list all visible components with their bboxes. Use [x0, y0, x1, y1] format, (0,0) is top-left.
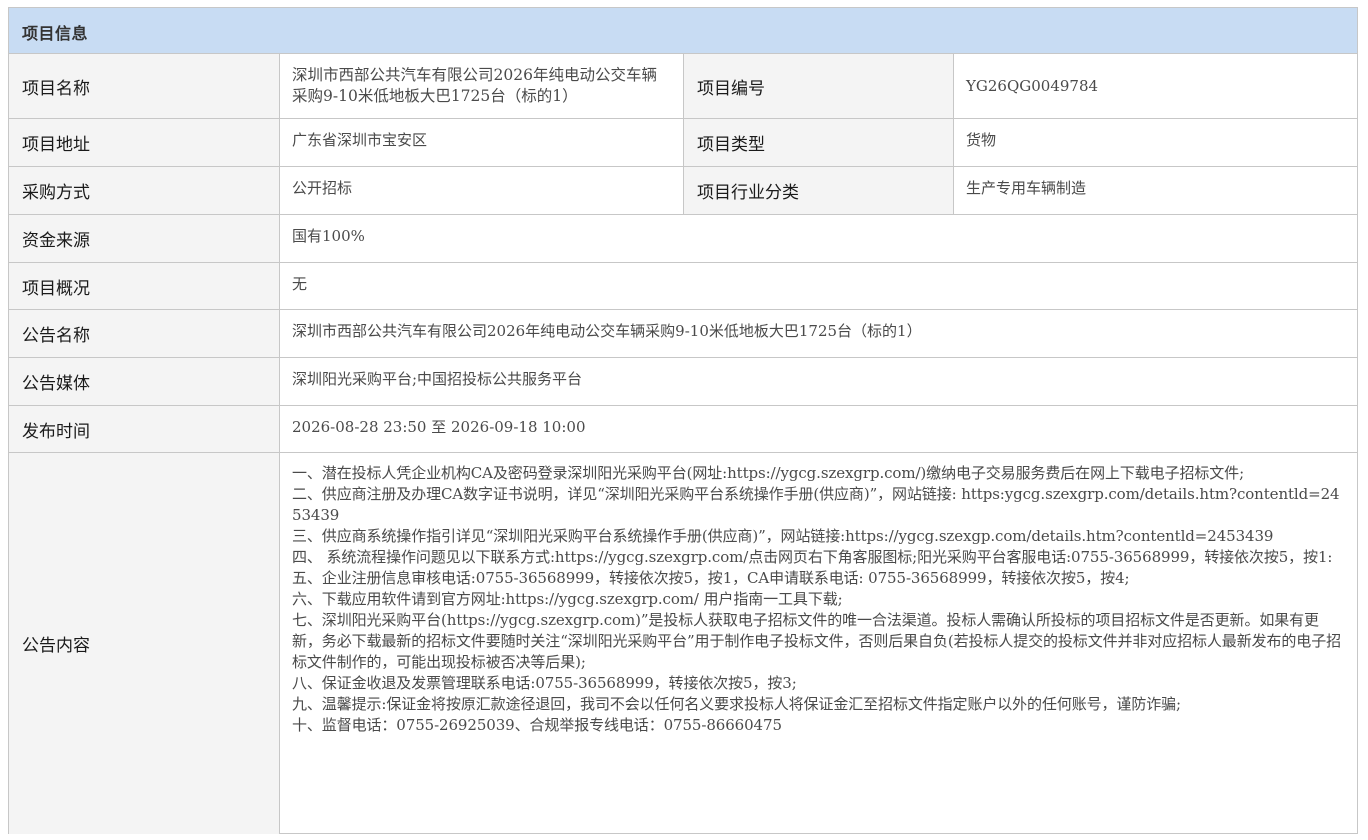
industry-value: 生产专用车辆制造 — [954, 167, 1357, 214]
notice-content-label: 公告内容 — [9, 453, 280, 834]
row-procurement-method: 采购方式 公开招标 项目行业分类 生产专用车辆制造 — [9, 167, 1357, 215]
publish-time-label: 发布时间 — [9, 406, 280, 452]
notice-content-line: 七、深圳阳光采购平台(https://ygcg.szexgrp.com)”是投标… — [292, 611, 1341, 671]
notice-content-line: 十、监督电话：0755-26925039、合规举报专线电话：0755-86660… — [292, 716, 782, 734]
project-name-label: 项目名称 — [9, 54, 280, 118]
fund-source-label: 资金来源 — [9, 215, 280, 262]
notice-content-line: 六、下载应用软件请到官方网址:https://ygcg.szexgrp.com/… — [292, 590, 843, 608]
row-notice-content: 公告内容 一、潜在投标人凭企业机构CA及密码登录深圳阳光采购平台(网址:http… — [9, 453, 1357, 834]
notice-name-value: 深圳市西部公共汽车有限公司2026年纯电动公交车辆采购9-10米低地板大巴172… — [280, 310, 1357, 357]
notice-content-line: 四、 系统流程操作问题见以下联系方式:https://ygcg.szexgrp.… — [292, 548, 1333, 566]
procurement-method-label: 采购方式 — [9, 167, 280, 214]
notice-content-line: 九、温馨提示:保证金将按原汇款途径退回，我司不会以任何名义要求投标人将保证金汇至… — [292, 695, 1182, 713]
section-title: 项目信息 — [22, 24, 89, 43]
row-overview: 项目概况 无 — [9, 263, 1357, 310]
overview-value: 无 — [280, 263, 1357, 309]
notice-content-line: 八、保证金收退及发票管理联系电话:0755-36568999，转接依次按5，按3… — [292, 674, 797, 692]
project-info-panel: 项目信息 项目名称 深圳市西部公共汽车有限公司2026年纯电动公交车辆采购9-1… — [8, 7, 1358, 834]
notice-content-value: 一、潜在投标人凭企业机构CA及密码登录深圳阳光采购平台(网址:https://y… — [280, 453, 1357, 834]
row-project-name: 项目名称 深圳市西部公共汽车有限公司2026年纯电动公交车辆采购9-10米低地板… — [9, 54, 1357, 119]
procurement-method-value: 公开招标 — [280, 167, 684, 214]
project-no-label: 项目编号 — [684, 54, 954, 118]
overview-label: 项目概况 — [9, 263, 280, 309]
row-notice-name: 公告名称 深圳市西部公共汽车有限公司2026年纯电动公交车辆采购9-10米低地板… — [9, 310, 1357, 358]
row-publish-time: 发布时间 2026-08-28 23:50 至 2026-09-18 10:00 — [9, 406, 1357, 453]
industry-label: 项目行业分类 — [684, 167, 954, 214]
notice-content-line: 二、供应商注册及办理CA数字证书说明，详见“深圳阳光采购平台系统操作手册(供应商… — [292, 485, 1340, 524]
publish-time-value: 2026-08-28 23:50 至 2026-09-18 10:00 — [280, 406, 1357, 452]
project-name-value: 深圳市西部公共汽车有限公司2026年纯电动公交车辆采购9-10米低地板大巴172… — [280, 54, 684, 118]
project-address-value: 广东省深圳市宝安区 — [280, 119, 684, 166]
notice-name-label: 公告名称 — [9, 310, 280, 357]
project-no-value: YG26QG0049784 — [954, 54, 1357, 118]
project-address-label: 项目地址 — [9, 119, 280, 166]
project-type-label: 项目类型 — [684, 119, 954, 166]
row-fund-source: 资金来源 国有100% — [9, 215, 1357, 263]
notice-media-value: 深圳阳光采购平台;中国招投标公共服务平台 — [280, 358, 1357, 405]
notice-content-line: 三、供应商系统操作指引详见“深圳阳光采购平台系统操作手册(供应商)”，网站链接:… — [292, 527, 1274, 545]
row-project-address: 项目地址 广东省深圳市宝安区 项目类型 货物 — [9, 119, 1357, 167]
notice-content-line: 一、潜在投标人凭企业机构CA及密码登录深圳阳光采购平台(网址:https://y… — [292, 464, 1245, 482]
row-notice-media: 公告媒体 深圳阳光采购平台;中国招投标公共服务平台 — [9, 358, 1357, 406]
fund-source-value: 国有100% — [280, 215, 1357, 262]
notice-media-label: 公告媒体 — [9, 358, 280, 405]
section-header: 项目信息 — [9, 8, 1357, 54]
notice-content-line: 五、企业注册信息审核电话:0755-36568999，转接依次按5，按1，CA申… — [292, 569, 1130, 587]
project-type-value: 货物 — [954, 119, 1357, 166]
